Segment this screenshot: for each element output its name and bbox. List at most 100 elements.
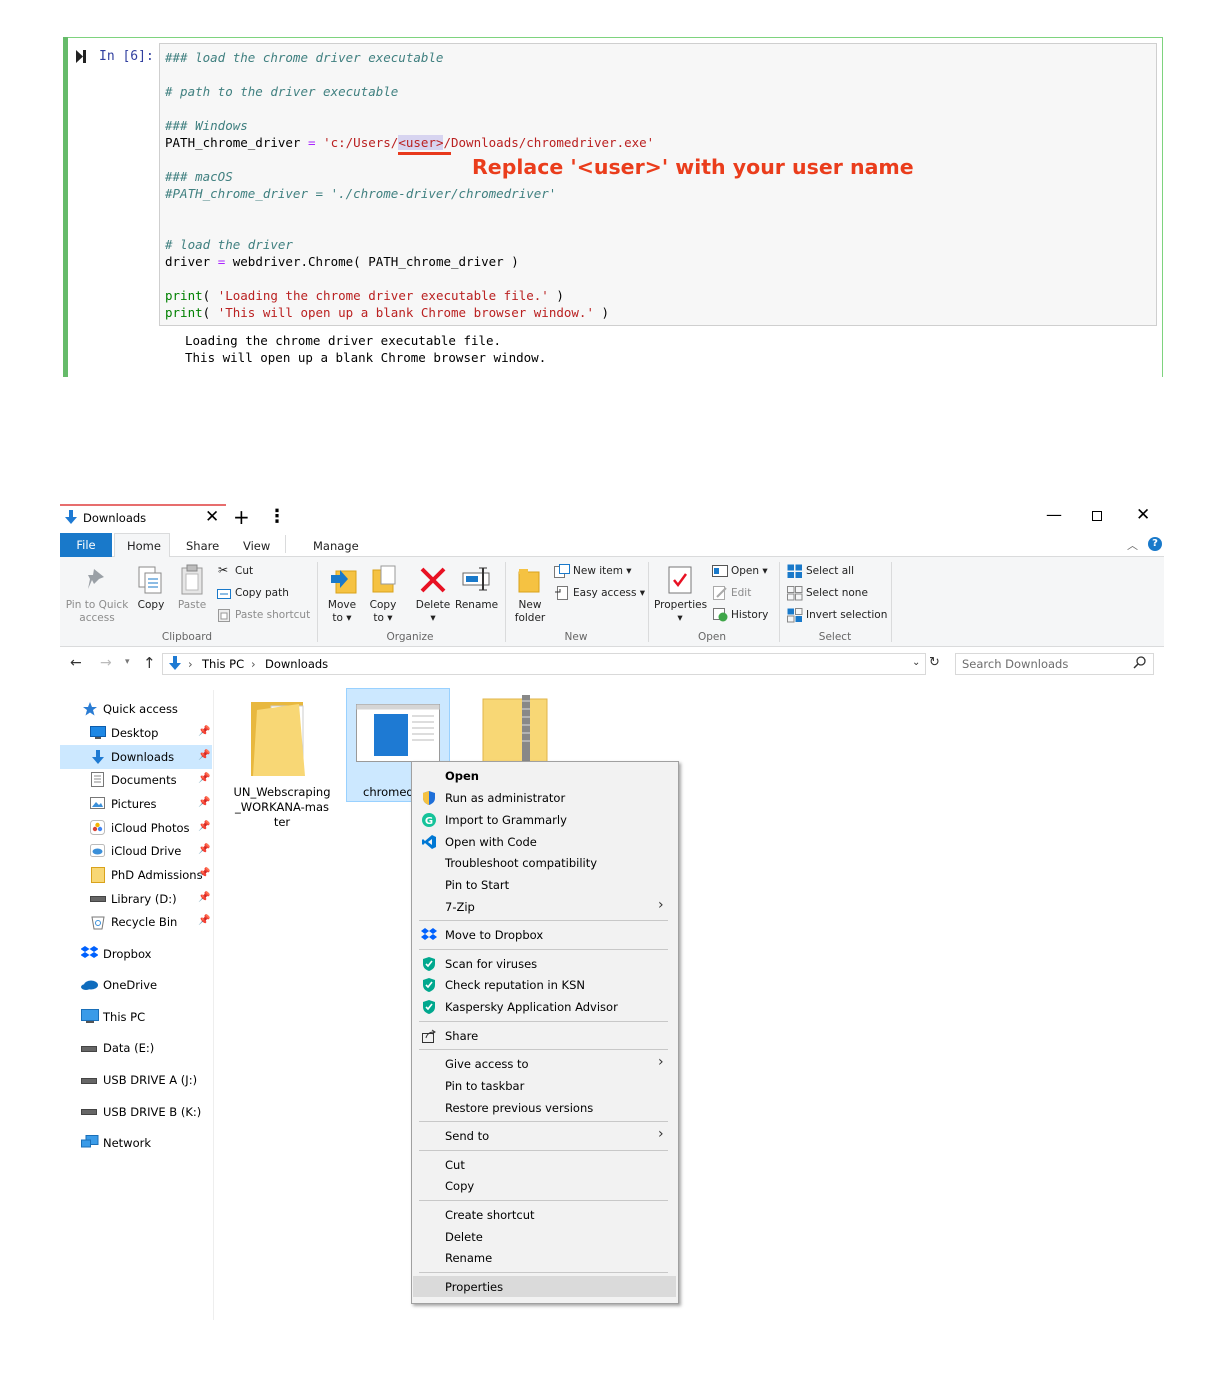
tab-manage[interactable]: Manage xyxy=(313,539,359,553)
menu-item-run-as-admin[interactable]: Run as administrator xyxy=(445,791,565,805)
menu-item-troubleshoot[interactable]: Troubleshoot compatibility xyxy=(445,856,597,870)
search-icon[interactable] xyxy=(1133,656,1146,669)
close-tab-icon[interactable]: ✕ xyxy=(205,507,219,527)
menu-item-cut[interactable]: Cut xyxy=(445,1158,465,1172)
help-icon[interactable]: ? xyxy=(1148,537,1162,551)
sidebar-item-pictures[interactable]: Pictures xyxy=(111,797,157,811)
history-button[interactable]: History xyxy=(731,609,768,622)
edit-icon xyxy=(713,586,727,600)
submenu-arrow-icon: › xyxy=(658,1126,664,1142)
properties-icon xyxy=(668,566,692,594)
menu-item-properties[interactable]: Properties xyxy=(445,1280,503,1294)
invert-selection-button[interactable]: Invert selection xyxy=(806,609,887,622)
run-cell-icon[interactable] xyxy=(76,50,86,63)
code-comment: ### macOS xyxy=(165,169,233,184)
sidebar-item-downloads[interactable]: Downloads xyxy=(111,750,174,764)
move-to-button[interactable]: Move to ▾ xyxy=(325,599,359,625)
menu-item-give-access[interactable]: Give access to xyxy=(445,1057,529,1071)
minimize-icon[interactable]: — xyxy=(1046,505,1062,524)
menu-item-kaspersky-advisor[interactable]: Kaspersky Application Advisor xyxy=(445,1000,618,1014)
tab-share[interactable]: Share xyxy=(186,539,219,553)
breadcrumb-this-pc[interactable]: This PC xyxy=(202,657,244,671)
cut-button[interactable]: Cut xyxy=(235,565,253,578)
forward-arrow-icon[interactable]: → xyxy=(100,655,112,671)
refresh-icon[interactable]: ↻ xyxy=(929,655,940,670)
maximize-icon[interactable] xyxy=(1092,511,1102,521)
copy-to-button[interactable]: Copy to ▾ xyxy=(366,599,400,625)
pin-icon: 📌 xyxy=(198,868,211,879)
tab-view[interactable]: View xyxy=(243,539,270,553)
properties-button[interactable]: Properties ▾ xyxy=(654,599,707,625)
file-name-chromedriver[interactable]: chromed xyxy=(363,785,414,799)
sidebar-item-phd-admissions[interactable]: PhD Admissions xyxy=(111,868,203,882)
application-exe-icon xyxy=(356,704,440,762)
up-arrow-icon[interactable]: ↑ xyxy=(143,654,156,672)
tab-menu-icon[interactable]: ⋮ xyxy=(268,506,286,527)
menu-item-scan-viruses[interactable]: Scan for viruses xyxy=(445,957,537,971)
copy-path-button[interactable]: Copy path xyxy=(235,587,289,600)
edit-button[interactable]: Edit xyxy=(731,587,751,600)
paste-button[interactable]: Paste xyxy=(177,599,207,612)
back-arrow-icon[interactable]: ← xyxy=(70,655,82,671)
menu-item-move-to-dropbox[interactable]: Move to Dropbox xyxy=(445,928,543,942)
sidebar-item-onedrive[interactable]: OneDrive xyxy=(103,978,157,992)
new-item-button[interactable]: New item ▾ xyxy=(573,565,632,578)
zip-folder-icon[interactable] xyxy=(482,695,548,763)
sidebar-item-icloud-drive[interactable]: iCloud Drive xyxy=(111,844,181,858)
sidebar-item-network[interactable]: Network xyxy=(103,1136,151,1150)
easy-access-button[interactable]: Easy access ▾ xyxy=(573,587,645,600)
sidebar-item-recycle-bin[interactable]: Recycle Bin xyxy=(111,915,177,929)
menu-item-send-to[interactable]: Send to xyxy=(445,1129,489,1143)
sidebar-item-desktop[interactable]: Desktop xyxy=(111,726,158,740)
menu-item-rename[interactable]: Rename xyxy=(445,1251,492,1265)
code-string: 'This will open up a blank Chrome browse… xyxy=(217,305,594,320)
sidebar-item-quick-access[interactable]: Quick access xyxy=(103,702,178,716)
paste-shortcut-button[interactable]: Paste shortcut xyxy=(235,609,310,622)
tab-file[interactable]: File xyxy=(60,533,112,557)
menu-item-grammarly[interactable]: Import to Grammarly xyxy=(445,813,567,827)
file-name-un-webscraping[interactable]: UN_Webscraping _WORKANA-mas ter xyxy=(232,785,332,830)
menu-item-open-with-code[interactable]: Open with Code xyxy=(445,835,537,849)
sidebar-item-this-pc[interactable]: This PC xyxy=(103,1010,145,1024)
downloads-arrow-icon xyxy=(65,510,77,524)
recent-locations-icon[interactable]: ▾ xyxy=(125,657,130,667)
code-editor[interactable]: ### load the chrome driver executable # … xyxy=(165,49,654,321)
menu-item-pin-taskbar[interactable]: Pin to taskbar xyxy=(445,1079,524,1093)
sidebar-item-usb-drive-b[interactable]: USB DRIVE B (K:) xyxy=(103,1105,201,1119)
delete-button[interactable]: Delete ▾ xyxy=(414,599,452,625)
new-tab-icon[interactable]: + xyxy=(233,505,250,529)
menu-item-open[interactable]: Open xyxy=(445,769,479,783)
new-folder-button[interactable]: New folder xyxy=(512,599,548,625)
sidebar-item-documents[interactable]: Documents xyxy=(111,773,177,787)
kaspersky-shield-icon xyxy=(423,957,435,971)
breadcrumb-separator: › xyxy=(188,657,193,671)
sidebar-item-icloud-photos[interactable]: iCloud Photos xyxy=(111,821,190,835)
menu-item-check-reputation[interactable]: Check reputation in KSN xyxy=(445,978,585,992)
pin-quick-access-button[interactable]: Pin to Quick access xyxy=(64,599,130,625)
menu-item-share[interactable]: Share xyxy=(445,1029,478,1043)
select-all-button[interactable]: Select all xyxy=(806,565,854,578)
tab-home[interactable]: Home xyxy=(127,539,161,553)
menu-item-7zip[interactable]: 7-Zip xyxy=(445,900,475,914)
close-window-icon[interactable]: ✕ xyxy=(1136,505,1150,525)
folder-icon xyxy=(91,867,105,883)
menu-item-create-shortcut[interactable]: Create shortcut xyxy=(445,1208,535,1222)
code-string: 'c:/Users/ xyxy=(323,135,399,150)
breadcrumb-downloads[interactable]: Downloads xyxy=(265,657,328,671)
rename-button[interactable]: Rename xyxy=(455,599,498,612)
select-none-button[interactable]: Select none xyxy=(806,587,868,600)
menu-item-pin-to-start[interactable]: Pin to Start xyxy=(445,878,509,892)
sidebar-item-dropbox[interactable]: Dropbox xyxy=(103,947,151,961)
menu-item-copy[interactable]: Copy xyxy=(445,1179,474,1193)
open-button[interactable]: Open ▾ xyxy=(731,565,768,578)
sidebar-item-data-e[interactable]: Data (E:) xyxy=(103,1041,154,1055)
chevron-down-icon[interactable]: ⌄ xyxy=(912,657,920,668)
sidebar-item-library-d[interactable]: Library (D:) xyxy=(111,892,177,906)
folder-icon[interactable] xyxy=(249,696,313,778)
collapse-ribbon-icon[interactable]: ︿ xyxy=(1127,537,1138,553)
copy-button[interactable]: Copy xyxy=(136,599,166,612)
menu-item-restore-versions[interactable]: Restore previous versions xyxy=(445,1101,593,1115)
sidebar-item-usb-drive-a[interactable]: USB DRIVE A (J:) xyxy=(103,1073,197,1087)
menu-item-delete[interactable]: Delete xyxy=(445,1230,483,1244)
vscode-icon xyxy=(422,835,436,849)
